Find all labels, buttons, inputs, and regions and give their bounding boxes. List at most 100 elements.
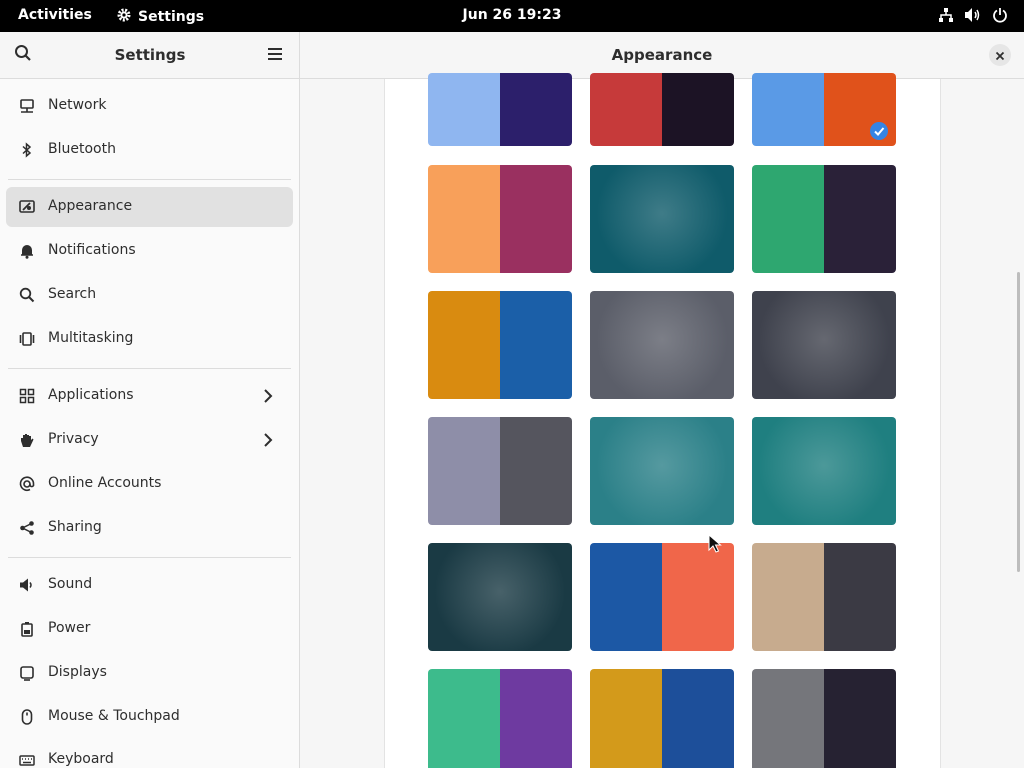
wallpaper-dark-preview — [824, 669, 896, 768]
wallpaper-preview — [428, 543, 572, 651]
wallpaper-light-preview — [428, 417, 500, 525]
sidebar-divider — [8, 368, 291, 369]
bluetooth-icon — [18, 141, 36, 159]
display-icon — [18, 664, 36, 682]
wallpaper-light-preview — [590, 73, 662, 146]
sidebar-item-appearance[interactable]: Appearance — [6, 187, 293, 227]
wallpaper-dark-preview — [824, 165, 896, 273]
sidebar-title: Settings — [114, 46, 186, 64]
sidebar-item-label: Keyboard — [48, 751, 114, 767]
top-bar: Activities Settings Jun 26 19:23 — [0, 0, 1024, 32]
sidebar-item-bluetooth[interactable]: Bluetooth — [6, 130, 293, 170]
sidebar-item-label: Notifications — [48, 242, 136, 258]
keyboard-icon — [18, 751, 36, 768]
gear-icon — [116, 7, 132, 27]
sidebar-item-notifications[interactable]: Notifications — [6, 231, 293, 271]
wallpaper-preview — [590, 417, 734, 525]
sidebar-divider — [8, 557, 291, 558]
wallpaper-thumbnail-teal-nebula[interactable] — [590, 165, 734, 273]
wallpaper-thumbnail-dark-pink[interactable] — [590, 73, 734, 146]
at-icon — [18, 475, 36, 493]
wallpaper-thumbnail-objects[interactable] — [752, 543, 896, 651]
chevron-right-icon — [259, 431, 277, 449]
speaker-icon — [18, 576, 36, 594]
wallpaper-light-preview — [752, 543, 824, 651]
wallpaper-dark-preview — [500, 73, 572, 146]
wallpaper-light-preview — [428, 669, 500, 768]
sidebar-item-applications[interactable]: Applications — [6, 376, 293, 416]
wallpaper-preview — [590, 165, 734, 273]
wallpaper-thumbnail-gradient[interactable] — [428, 165, 572, 273]
mouse-icon — [18, 708, 36, 726]
battery-icon — [18, 620, 36, 638]
wallpaper-thumbnail-blobs[interactable] — [428, 73, 572, 146]
sidebar-item-online-accounts[interactable]: Online Accounts — [6, 464, 293, 504]
bell-icon — [18, 242, 36, 260]
app-menu-label: Settings — [138, 9, 205, 25]
main-header: Appearance — [300, 32, 1024, 79]
sidebar-item-label: Applications — [48, 387, 134, 403]
sidebar-header: Settings — [0, 32, 299, 79]
wallpaper-light-preview — [590, 543, 662, 651]
wallpaper-dark-preview — [500, 291, 572, 399]
sidebar-item-search[interactable]: Search — [6, 275, 293, 315]
hand-icon — [18, 431, 36, 449]
wallpaper-dark-preview — [500, 165, 572, 273]
wallpaper-panel — [384, 73, 941, 768]
main-menu-button[interactable] — [264, 44, 286, 66]
wallpaper-thumbnail-stripes[interactable] — [590, 543, 734, 651]
sidebar-item-multitasking[interactable]: Multitasking — [6, 319, 293, 359]
system-tray[interactable] — [938, 7, 1008, 27]
wallpaper-thumbnail-moon[interactable] — [428, 543, 572, 651]
network-icon — [18, 97, 36, 115]
wallpaper-thumbnail-pattern[interactable] — [752, 165, 896, 273]
power-icon — [992, 7, 1008, 27]
sidebar-item-power[interactable]: Power — [6, 609, 293, 649]
wallpaper-thumbnail-green-purple[interactable] — [428, 669, 572, 768]
page-title: Appearance — [611, 46, 713, 64]
sidebar-item-label: Mouse & Touchpad — [48, 708, 180, 724]
sidebar-item-label: Multitasking — [48, 330, 134, 346]
wallpaper-light-preview — [752, 73, 824, 146]
sidebar-item-label: Sound — [48, 576, 93, 592]
wallpaper-preview — [752, 417, 896, 525]
sidebar: Settings Network Bluetooth Appearance No… — [0, 32, 300, 768]
wallpaper-dark-preview — [662, 73, 734, 146]
sidebar-item-label: Network — [48, 97, 107, 113]
wallpaper-thumbnail-scales[interactable] — [428, 417, 572, 525]
sidebar-item-displays[interactable]: Displays — [6, 653, 293, 693]
wallpaper-dark-preview — [662, 543, 734, 651]
wallpaper-thumbnail-gray-dark[interactable] — [752, 669, 896, 768]
sidebar-item-keyboard[interactable]: Keyboard — [6, 740, 293, 768]
sidebar-item-sound[interactable]: Sound — [6, 565, 293, 605]
wallpaper-dark-preview — [824, 543, 896, 651]
scrollbar[interactable] — [1017, 272, 1020, 572]
wallpaper-thumbnail-debian-dark[interactable] — [752, 291, 896, 399]
sidebar-item-sharing[interactable]: Sharing — [6, 508, 293, 548]
wallpaper-dark-preview — [662, 669, 734, 768]
clock[interactable]: Jun 26 19:23 — [463, 7, 562, 23]
network-status-icon — [938, 7, 954, 27]
sidebar-item-label: Appearance — [48, 198, 133, 214]
hamburger-icon — [267, 46, 283, 65]
volume-icon — [964, 7, 982, 27]
wallpaper-thumbnail-hexagons[interactable] — [590, 669, 734, 768]
sidebar-item-label: Search — [48, 286, 97, 302]
wallpaper-thumbnail-mosaic[interactable] — [428, 291, 572, 399]
mouse-cursor-icon — [708, 534, 722, 553]
wallpaper-thumbnail-debian-teal-swirl[interactable] — [752, 417, 896, 525]
sidebar-item-privacy[interactable]: Privacy — [6, 420, 293, 460]
sidebar-item-network[interactable]: Network — [6, 86, 293, 126]
app-menu-button[interactable]: Settings — [116, 7, 204, 27]
checkmark-icon — [870, 122, 888, 140]
wallpaper-preview — [752, 291, 896, 399]
wallpaper-thumbnail-debian-gray[interactable] — [590, 291, 734, 399]
wallpaper-thumbnail-debian-teal[interactable] — [590, 417, 734, 525]
chevron-right-icon — [259, 387, 277, 405]
wallpaper-thumbnail-drool[interactable] — [752, 73, 896, 146]
close-button[interactable] — [989, 44, 1011, 66]
sidebar-item-label: Power — [48, 620, 91, 636]
activities-button[interactable]: Activities — [18, 7, 92, 23]
sidebar-item-mouse-touchpad[interactable]: Mouse & Touchpad — [6, 697, 293, 737]
sidebar-item-label: Sharing — [48, 519, 102, 535]
